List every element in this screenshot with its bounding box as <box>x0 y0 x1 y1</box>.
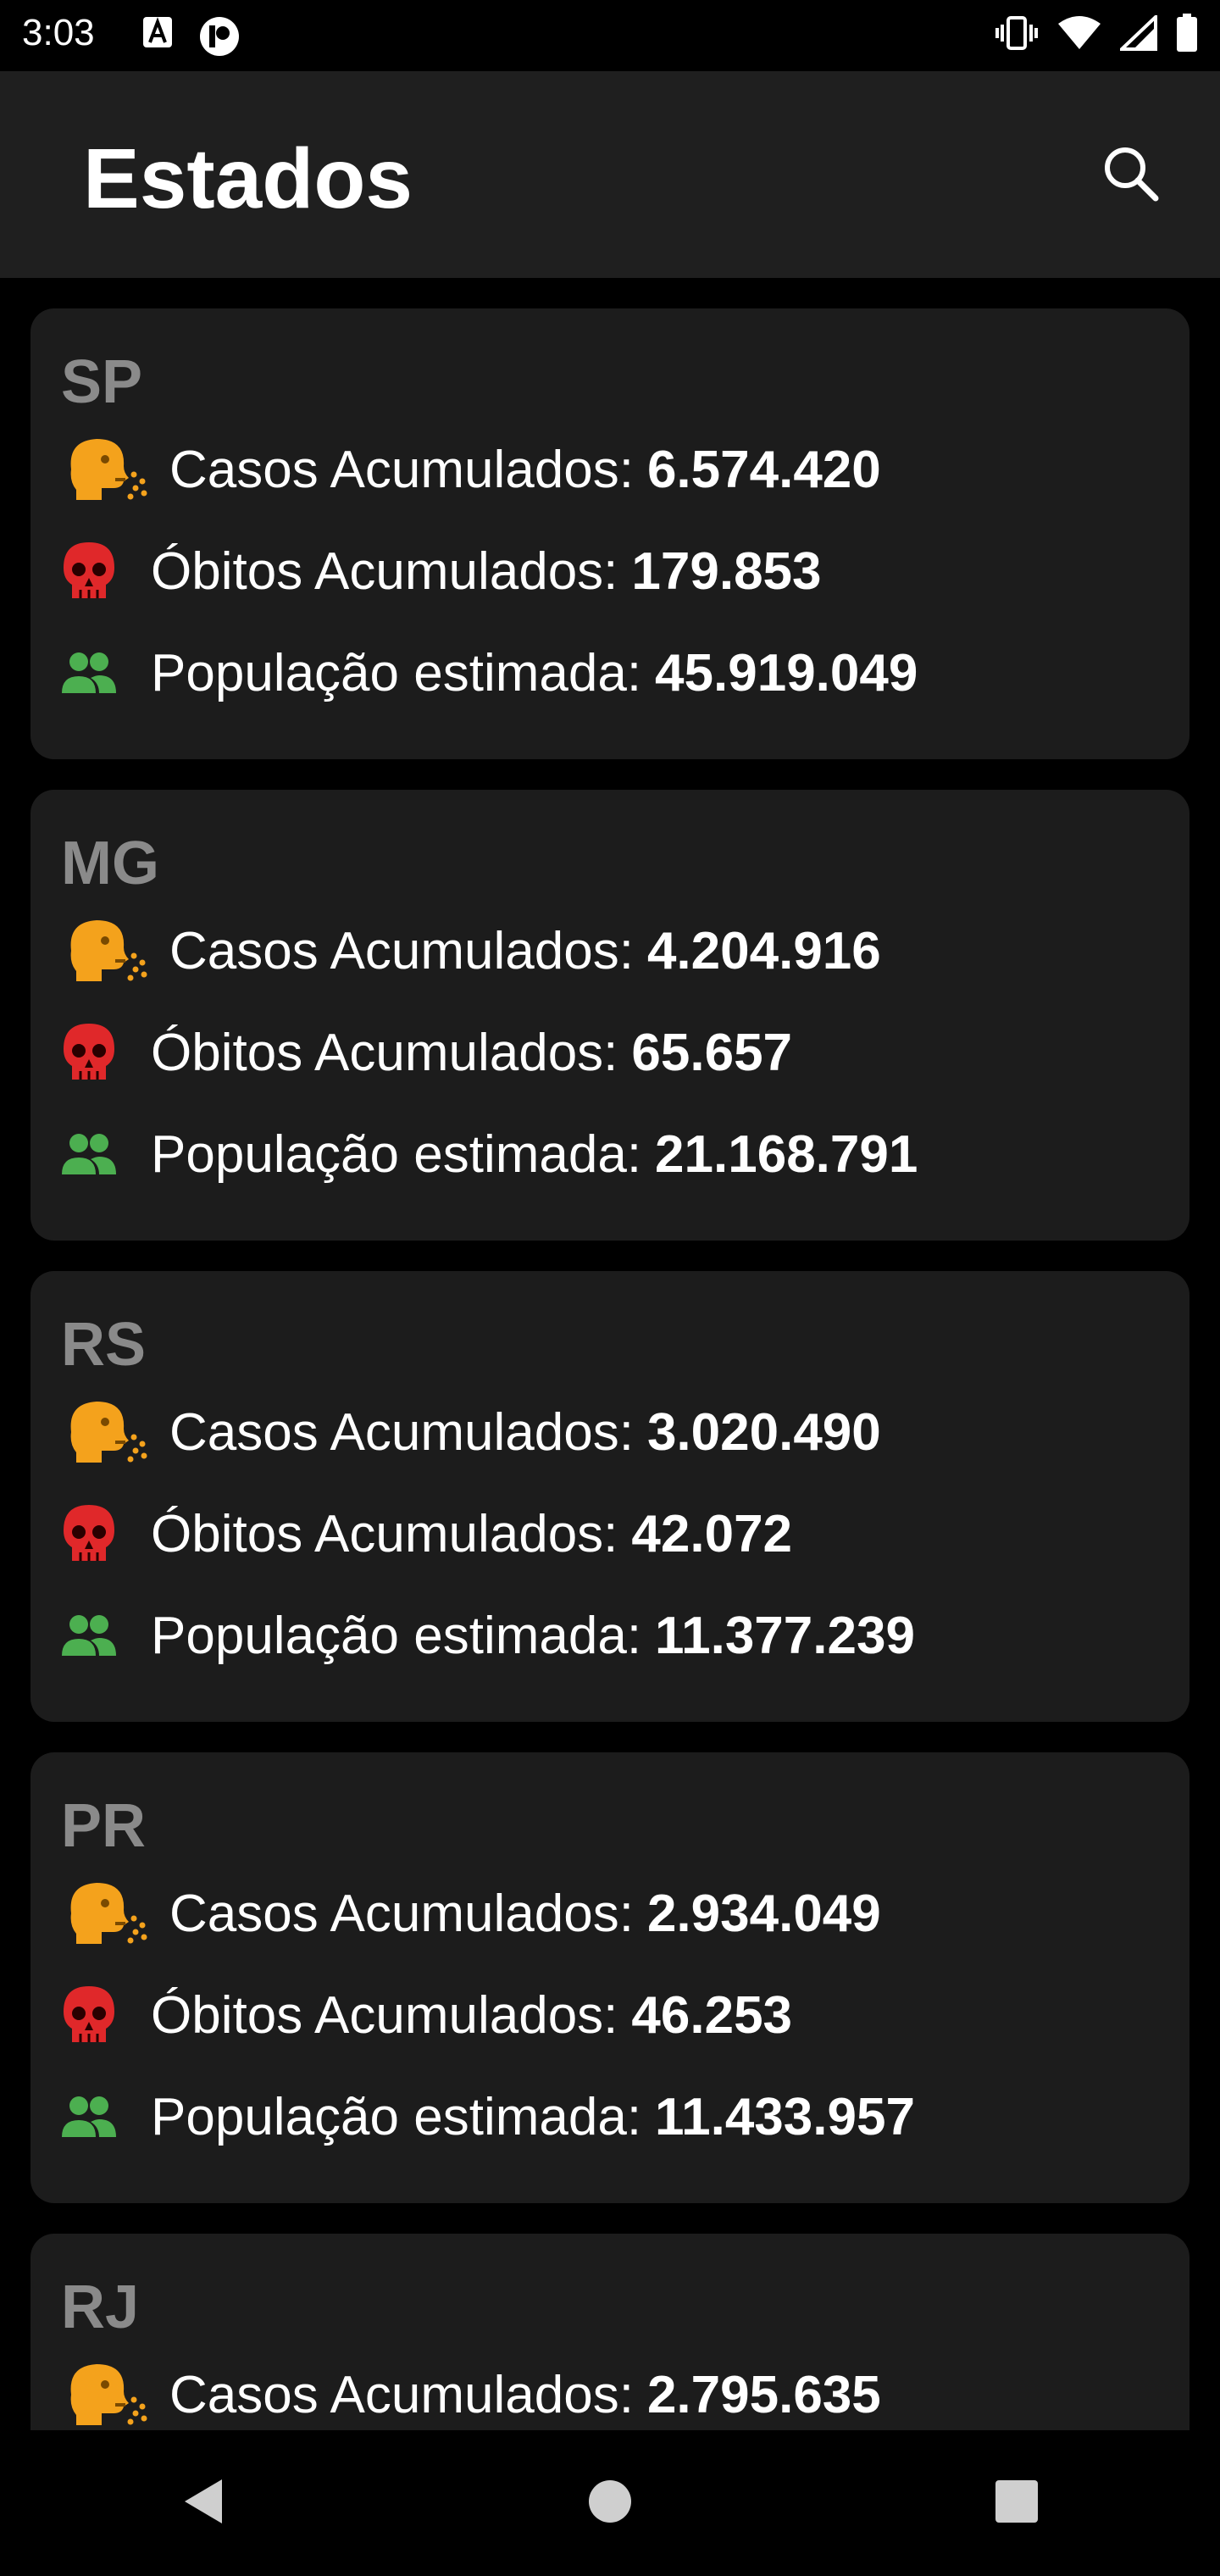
population-value: 45.919.049 <box>655 643 918 702</box>
deaths-row: Óbitos Acumulados: 65.657 <box>59 1019 792 1086</box>
status-bar: 3:03 <box>0 0 1220 71</box>
vibrate-icon <box>995 14 1039 56</box>
cases-value: 6.574.420 <box>646 440 881 499</box>
cases-value: 2.934.049 <box>646 1884 881 1943</box>
cases-row: Casos Acumulados: 3.020.490 <box>59 1398 881 1466</box>
wifi-icon <box>1057 15 1101 55</box>
population-row: População estimada: 11.433.957 <box>59 2083 915 2151</box>
deaths-label: Óbitos Acumulados: <box>151 1023 618 1082</box>
cases-label: Casos Acumulados: <box>169 921 634 980</box>
population-value: 11.377.239 <box>655 1606 915 1665</box>
state-card-sp[interactable]: SP Casos Acumulados: 6.574.420 Óbitos Ac… <box>30 308 1190 759</box>
deaths-label: Óbitos Acumulados: <box>151 541 618 601</box>
search-button[interactable] <box>1093 137 1169 214</box>
page-title: Estados <box>83 131 413 226</box>
population-value: 21.168.791 <box>655 1124 918 1184</box>
people-icon <box>59 1120 119 1188</box>
coughing-face-icon <box>59 1879 154 1947</box>
population-label: População estimada: <box>151 643 642 702</box>
people-icon <box>59 639 119 707</box>
deaths-value: 179.853 <box>631 541 822 601</box>
cases-label: Casos Acumulados: <box>169 2365 634 2424</box>
back-icon <box>180 2476 227 2531</box>
battery-icon <box>1176 14 1198 57</box>
record-notification-icon <box>198 15 241 62</box>
people-icon <box>59 2083 119 2151</box>
cases-row: Casos Acumulados: 2.795.635 <box>59 2361 881 2429</box>
back-button[interactable] <box>152 2452 254 2554</box>
state-code: RS <box>61 1311 147 1379</box>
state-card-pr[interactable]: PR Casos Acumulados: 2.934.049 Óbitos Ac… <box>30 1752 1190 2203</box>
deaths-label: Óbitos Acumulados: <box>151 1985 618 2045</box>
skull-icon <box>59 1981 119 2049</box>
cases-label: Casos Acumulados: <box>169 440 634 499</box>
status-left-icons <box>142 15 241 62</box>
state-code: RJ <box>61 2273 140 2341</box>
deaths-row: Óbitos Acumulados: 179.853 <box>59 537 822 605</box>
population-label: População estimada: <box>151 2087 642 2146</box>
state-code: PR <box>61 1792 147 1860</box>
cases-label: Casos Acumulados: <box>169 1402 634 1462</box>
coughing-face-icon <box>59 1398 154 1466</box>
state-code: MG <box>61 830 159 897</box>
cases-row: Casos Acumulados: 2.934.049 <box>59 1879 881 1947</box>
status-time: 3:03 <box>22 12 95 53</box>
people-icon <box>59 1602 119 1669</box>
population-row: População estimada: 45.919.049 <box>59 639 918 707</box>
population-label: População estimada: <box>151 1606 642 1665</box>
cases-row: Casos Acumulados: 4.204.916 <box>59 917 881 985</box>
cases-label: Casos Acumulados: <box>169 1884 634 1943</box>
state-card-mg[interactable]: MG Casos Acumulados: 4.204.916 Óbitos Ac… <box>30 790 1190 1241</box>
recents-icon <box>994 2479 1040 2529</box>
cases-row: Casos Acumulados: 6.574.420 <box>59 436 881 503</box>
home-button[interactable] <box>559 2452 661 2554</box>
deaths-value: 42.072 <box>631 1504 793 1563</box>
recents-button[interactable] <box>966 2452 1068 2554</box>
skull-icon <box>59 1500 119 1568</box>
signal-icon <box>1117 13 1157 55</box>
skull-icon <box>59 1019 119 1086</box>
population-value: 11.433.957 <box>655 2087 915 2146</box>
deaths-value: 46.253 <box>631 1985 793 2045</box>
state-card-rj[interactable]: RJ Casos Acumulados: 2.795.635 <box>30 2234 1190 2430</box>
state-code: SP <box>61 348 143 416</box>
coughing-face-icon <box>59 436 154 503</box>
population-row: População estimada: 21.168.791 <box>59 1120 918 1188</box>
deaths-row: Óbitos Acumulados: 46.253 <box>59 1981 792 2049</box>
coughing-face-icon <box>59 2361 154 2429</box>
coughing-face-icon <box>59 917 154 985</box>
cases-value: 3.020.490 <box>646 1402 881 1462</box>
cases-value: 2.795.635 <box>646 2365 881 2424</box>
a-notification-icon <box>142 15 173 62</box>
deaths-label: Óbitos Acumulados: <box>151 1504 618 1563</box>
status-right-icons <box>995 13 1198 57</box>
skull-icon <box>59 537 119 605</box>
population-label: População estimada: <box>151 1124 642 1184</box>
deaths-value: 65.657 <box>631 1023 793 1082</box>
state-card-rs[interactable]: RS Casos Acumulados: 3.020.490 Óbitos Ac… <box>30 1271 1190 1722</box>
population-row: População estimada: 11.377.239 <box>59 1602 915 1669</box>
app-bar: Estados <box>0 71 1220 278</box>
state-list[interactable]: SP Casos Acumulados: 6.574.420 Óbitos Ac… <box>0 278 1220 2430</box>
search-icon <box>1101 144 1161 208</box>
cases-value: 4.204.916 <box>646 921 881 980</box>
system-nav-bar <box>0 2430 1220 2576</box>
home-icon <box>587 2479 633 2529</box>
deaths-row: Óbitos Acumulados: 42.072 <box>59 1500 792 1568</box>
